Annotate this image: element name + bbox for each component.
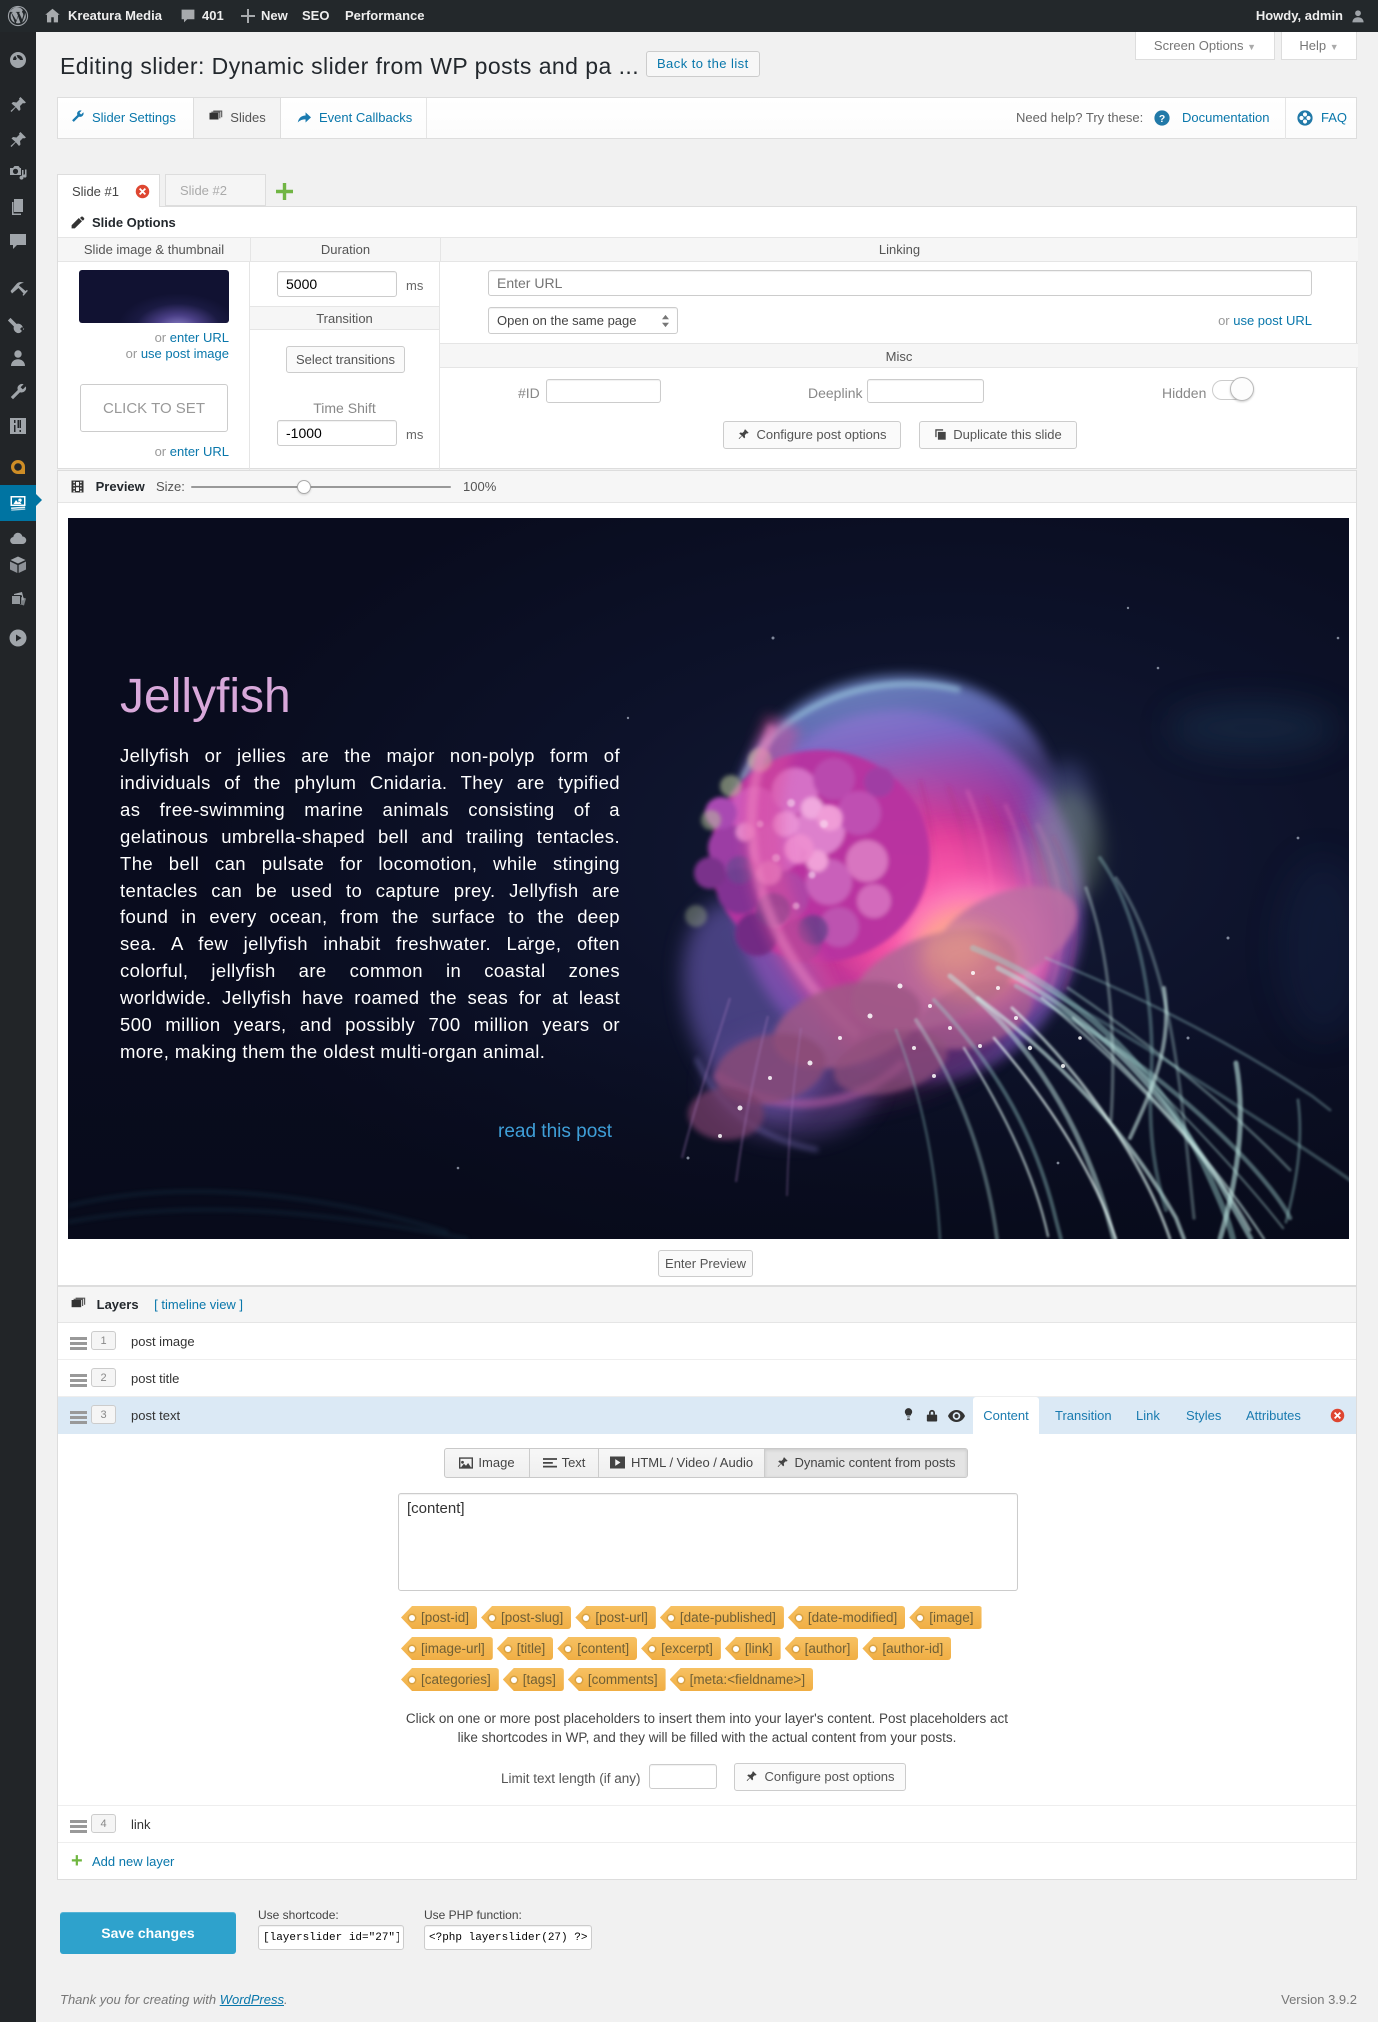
svg-text:Jellyfish: Jellyfish xyxy=(120,670,291,723)
svg-text:?: ? xyxy=(1159,114,1165,125)
